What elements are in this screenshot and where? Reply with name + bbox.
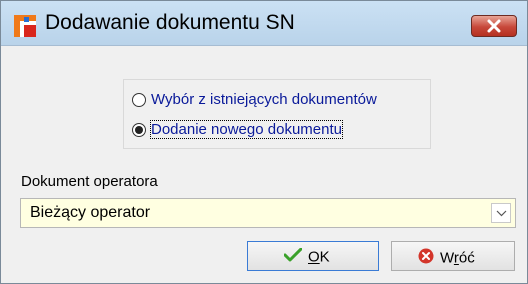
ok-button[interactable]: OK [247, 241, 379, 271]
cancel-icon [418, 248, 434, 268]
operator-field-label: Dokument operatora [21, 173, 158, 190]
close-button[interactable] [471, 15, 517, 37]
dialog-window: Dodawanie dokumentu SN Wybór z istniejąc… [0, 0, 528, 284]
radio-label-existing: Wybór z istniejących dokumentów [151, 91, 377, 108]
radio-button[interactable] [132, 93, 146, 107]
chevron-down-icon [496, 210, 507, 217]
close-icon [487, 19, 501, 33]
radio-button[interactable] [132, 123, 146, 137]
ok-button-label: OK [308, 248, 330, 266]
window-title: Dodawanie dokumentu SN [45, 11, 295, 34]
operator-dropdown-button[interactable] [491, 203, 511, 223]
back-button-label: Wróć [440, 249, 475, 267]
operator-select-value: Bieżący operator [30, 204, 151, 221]
back-button[interactable]: Wróć [391, 241, 515, 271]
radio-selected-dot [135, 126, 143, 134]
checkmark-icon [283, 247, 303, 266]
document-source-group: Wybór z istniejących dokumentów Dodanie … [123, 79, 431, 149]
radio-label-new: Dodanie nowego dokumentu [150, 120, 343, 139]
operator-select[interactable]: Bieżący operator [20, 198, 516, 228]
title-bar[interactable]: Dodawanie dokumentu SN [1, 1, 527, 46]
app-logo-icon [14, 15, 36, 37]
